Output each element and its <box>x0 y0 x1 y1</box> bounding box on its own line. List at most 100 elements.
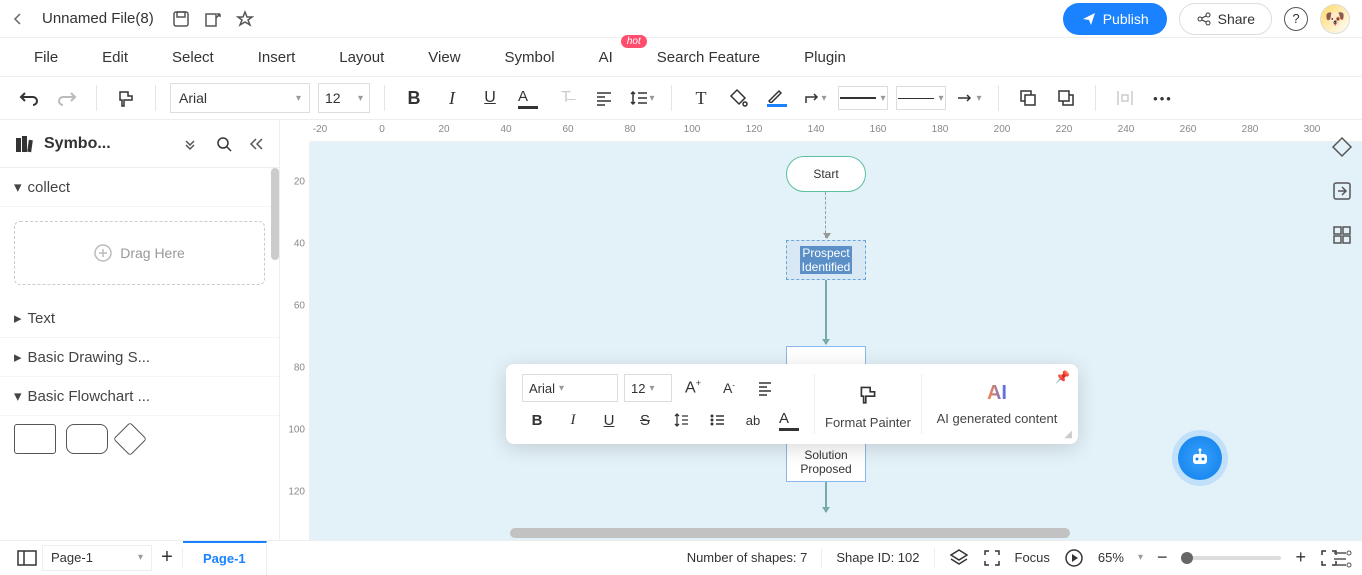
collapse-sidebar-icon[interactable] <box>249 137 265 151</box>
sidebar-scrollbar[interactable] <box>271 168 279 260</box>
page-selector[interactable]: Page-1 ▾ <box>42 545 152 571</box>
undo-button[interactable] <box>14 83 44 113</box>
connector-style-button[interactable]: ▾ <box>800 83 830 113</box>
sidebar-section-basic-drawing[interactable]: ▸ Basic Drawing S... <box>0 338 279 377</box>
page-selector-value: Page-1 <box>51 550 93 565</box>
focus-label[interactable]: Focus <box>1015 550 1050 565</box>
float-strike-button[interactable]: S <box>630 406 660 434</box>
focus-icon[interactable] <box>983 549 1001 567</box>
menu-ai[interactable]: AI hot <box>577 41 635 74</box>
font-color-button[interactable]: A <box>513 83 543 113</box>
float-bold-button[interactable]: B <box>522 406 552 434</box>
float-underline-button[interactable]: U <box>594 406 624 434</box>
align-left-button[interactable] <box>589 83 619 113</box>
user-avatar[interactable]: 🐶 <box>1320 4 1350 34</box>
float-size-select[interactable]: 12▾ <box>624 374 672 402</box>
ai-icon[interactable]: AI <box>987 382 1007 405</box>
line-weight-select[interactable]: ▾ <box>896 86 946 110</box>
chevron-down-icon[interactable]: ▾ <box>1138 552 1143 563</box>
menu-insert[interactable]: Insert <box>236 41 318 74</box>
float-spacing-button[interactable] <box>666 406 696 434</box>
canvas-horizontal-scrollbar[interactable] <box>510 528 1070 538</box>
align-button[interactable] <box>750 374 780 402</box>
clear-format-button[interactable]: T̶ <box>551 83 581 113</box>
node-start[interactable]: Start <box>786 156 866 192</box>
shape-diamond[interactable] <box>113 422 147 456</box>
grid-panel-icon[interactable] <box>1329 222 1355 248</box>
pin-icon[interactable]: 📌 <box>1055 370 1070 384</box>
shape-rounded-rect[interactable] <box>66 424 108 454</box>
publish-button[interactable]: Publish <box>1063 3 1167 35</box>
add-page-button[interactable]: + <box>152 543 182 573</box>
assistant-fab[interactable] <box>1178 436 1222 480</box>
canvas[interactable]: Start Prospect Identified Solution Propo… <box>310 142 1362 540</box>
zoom-slider[interactable] <box>1181 556 1281 560</box>
float-format-painter-button[interactable] <box>847 379 889 409</box>
menu-select[interactable]: Select <box>150 41 236 74</box>
export-icon[interactable] <box>204 10 222 28</box>
dropdown-icon[interactable] <box>183 137 197 151</box>
sidebar-section-basic-flowchart[interactable]: ▾ Basic Flowchart ... <box>0 377 279 416</box>
zoom-in-button[interactable]: + <box>1295 547 1306 568</box>
font-family-select[interactable]: Arial ▾ <box>170 83 310 113</box>
search-icon[interactable] <box>215 135 233 153</box>
page-tab-1[interactable]: Page-1 <box>183 541 267 575</box>
help-button[interactable]: ? <box>1284 7 1308 31</box>
menu-view[interactable]: View <box>406 41 482 74</box>
shape-rectangle[interactable] <box>14 424 56 454</box>
play-icon[interactable] <box>1064 548 1084 568</box>
underline-button[interactable]: U <box>475 83 505 113</box>
float-font-select[interactable]: Arial▾ <box>522 374 618 402</box>
line-spacing-button[interactable]: ▾ <box>627 83 657 113</box>
menu-symbol[interactable]: Symbol <box>483 41 577 74</box>
more-button[interactable]: ••• <box>1148 83 1178 113</box>
float-font-color-button[interactable]: A <box>774 406 804 434</box>
page-layout-icon[interactable] <box>12 543 42 573</box>
arrow-style-button[interactable]: ▾ <box>954 83 984 113</box>
drag-here-zone[interactable]: Drag Here <box>14 221 265 285</box>
format-painter-button[interactable] <box>111 83 141 113</box>
back-button[interactable] <box>12 12 24 26</box>
sidebar-section-text[interactable]: ▸ Text <box>0 299 279 338</box>
bold-button[interactable]: B <box>399 83 429 113</box>
layer-front-button[interactable] <box>1013 83 1043 113</box>
layer-back-button[interactable] <box>1051 83 1081 113</box>
file-name[interactable]: Unnamed File(8) <box>42 10 154 27</box>
line-color-button[interactable] <box>762 83 792 113</box>
text-tool-button[interactable]: T <box>686 83 716 113</box>
decrease-font-button[interactable]: A- <box>714 374 744 402</box>
float-case-button[interactable]: ab <box>738 406 768 434</box>
theme-icon[interactable] <box>1329 134 1355 160</box>
export-panel-icon[interactable] <box>1329 178 1355 204</box>
sidebar-section-collect[interactable]: ▾ collect <box>0 168 279 207</box>
font-size-select[interactable]: 12 ▾ <box>318 83 370 113</box>
line-style-select[interactable]: ▾ <box>838 86 888 110</box>
layers-icon[interactable] <box>949 548 969 568</box>
node-prospect-identified[interactable]: Prospect Identified <box>786 240 866 280</box>
fill-color-button[interactable] <box>724 83 754 113</box>
menu-plugin[interactable]: Plugin <box>782 41 868 74</box>
resize-handle-icon[interactable]: ◢ <box>1064 429 1072 440</box>
save-icon[interactable] <box>172 10 190 28</box>
share-button[interactable]: Share <box>1179 3 1272 35</box>
increase-font-button[interactable]: A+ <box>678 374 708 402</box>
menu-edit[interactable]: Edit <box>80 41 150 74</box>
float-list-button[interactable] <box>702 406 732 434</box>
zoom-out-button[interactable]: − <box>1157 547 1168 568</box>
menu-search-feature[interactable]: Search Feature <box>635 41 782 74</box>
connector-arrow[interactable] <box>825 280 827 344</box>
menu-file[interactable]: File <box>12 41 80 74</box>
redo-button[interactable] <box>52 83 82 113</box>
menu-layout[interactable]: Layout <box>317 41 406 74</box>
zoom-level[interactable]: 65% <box>1098 550 1124 565</box>
connector-arrow[interactable] <box>825 192 827 238</box>
float-italic-button[interactable]: I <box>558 406 588 434</box>
italic-button[interactable]: I <box>437 83 467 113</box>
node-solution-proposed[interactable]: Solution Proposed <box>786 442 866 482</box>
library-icon <box>14 134 34 154</box>
shape-thumbnails <box>0 416 279 462</box>
connector-arrow[interactable] <box>825 482 827 512</box>
star-icon[interactable] <box>236 10 254 28</box>
settings-list-icon[interactable] <box>1329 546 1355 572</box>
distribute-button[interactable] <box>1110 83 1140 113</box>
